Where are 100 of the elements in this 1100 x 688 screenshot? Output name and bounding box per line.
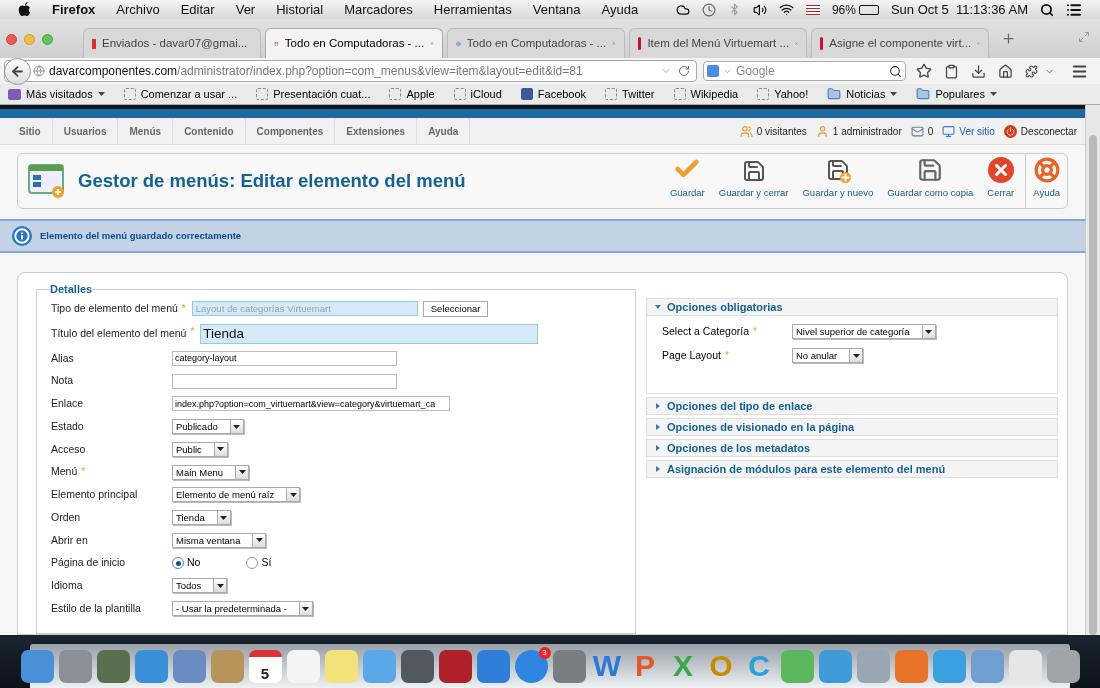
- select-button[interactable]: Seleccionar: [422, 300, 489, 317]
- bookmark-item[interactable]: Twitter: [605, 85, 655, 103]
- select-dropdown[interactable]: No anular: [792, 348, 864, 364]
- toolbar-button[interactable]: Guardar y cerrar: [711, 154, 796, 208]
- toolbar-button[interactable]: Guardar y nuevo: [795, 154, 881, 208]
- admin-menu-item[interactable]: Extensiones: [335, 118, 418, 144]
- bookmark-item[interactable]: Facebook: [520, 85, 587, 103]
- radio-option[interactable]: No: [172, 555, 201, 571]
- minimize-window-button[interactable]: [24, 34, 35, 45]
- menu-item[interactable]: Ayuda: [601, 0, 639, 20]
- dock-app-icon[interactable]: [400, 649, 434, 683]
- search-icon[interactable]: [1040, 2, 1054, 17]
- mail-icon: [92, 38, 96, 49]
- title-field[interactable]: Tienda: [200, 323, 539, 344]
- browser-tab[interactable]: Todo en Computadoras - ...: [265, 28, 443, 58]
- browser-tab[interactable]: Asigne el componente virt...: [811, 28, 989, 58]
- close-window-button[interactable]: [6, 34, 17, 45]
- select-dropdown[interactable]: Public: [172, 441, 228, 457]
- fullscreen-icon[interactable]: [1078, 31, 1090, 43]
- select-dropdown[interactable]: Todos: [172, 578, 228, 594]
- wifi-icon[interactable]: [778, 2, 794, 17]
- toolbar-button[interactable]: Cerrar: [980, 154, 1022, 208]
- dock-app-icon[interactable]: 3: [514, 649, 548, 683]
- text-field[interactable]: index.php?option=com_virtuemart&view=category&virtuemart_ca: [172, 396, 450, 412]
- battery-icon[interactable]: [858, 4, 879, 15]
- flag-icon[interactable]: [805, 4, 820, 15]
- toolbar-button[interactable]: Guardar como copia: [880, 154, 981, 208]
- admin-menu-item[interactable]: Sitio: [8, 118, 53, 144]
- bookmark-item[interactable]: Yahoo!: [757, 85, 809, 103]
- clock-icon[interactable]: [701, 2, 716, 17]
- cloud-icon[interactable]: [675, 2, 690, 17]
- bookmark-item[interactable]: iCloud: [453, 85, 502, 103]
- scrollbar[interactable]: [1085, 105, 1100, 635]
- toolbar-button[interactable]: Guardar: [662, 154, 712, 208]
- dock-app-icon[interactable]: [438, 649, 472, 683]
- browser-tab[interactable]: Todo en Computadoras - ...: [447, 28, 625, 58]
- menu-item[interactable]: Ventana: [532, 0, 581, 20]
- app-menu[interactable]: Firefox: [52, 0, 96, 20]
- select-dropdown[interactable]: Nivel superior de categoría: [792, 324, 936, 340]
- field-label: Orden: [51, 509, 81, 525]
- bookmark-item[interactable]: Apple: [389, 85, 435, 103]
- menu-item[interactable]: Historial: [276, 0, 324, 20]
- new-tab-icon[interactable]: [1001, 31, 1016, 46]
- bookmark-star-icon[interactable]: [916, 63, 932, 79]
- clipboard-icon[interactable]: [944, 63, 959, 79]
- menu-item[interactable]: Herramientas: [433, 0, 512, 20]
- radio-option[interactable]: Sí: [246, 555, 272, 571]
- bookmark-item[interactable]: Populares: [916, 85, 997, 103]
- accordion-header[interactable]: Opciones obligatorias: [646, 298, 1058, 316]
- select-dropdown[interactable]: Publicado: [172, 419, 244, 435]
- w-logo-icon: [638, 37, 642, 50]
- download-icon[interactable]: [971, 63, 986, 79]
- volume-icon[interactable]: [752, 2, 767, 17]
- status-link[interactable]: Desconectar: [1020, 123, 1077, 139]
- select-dropdown[interactable]: - Usar la predeterminada -: [172, 601, 313, 617]
- accordion-header[interactable]: Opciones de los metadatos: [646, 439, 1058, 457]
- text-field[interactable]: category-layout: [172, 350, 397, 366]
- select-dropdown[interactable]: Main Menu: [172, 464, 249, 480]
- menu-item[interactable]: Marcadores: [344, 0, 413, 20]
- accordion-header[interactable]: Asignación de módulos para este elemento del menú: [646, 460, 1058, 478]
- bookmark-item[interactable]: Más visitados: [8, 85, 105, 103]
- menu-item[interactable]: Ver: [235, 0, 256, 20]
- dock-app-icon[interactable]: [20, 649, 54, 683]
- bookmark-item[interactable]: Noticias: [827, 85, 898, 103]
- bookmark-item[interactable]: Presentación cuat...: [256, 85, 371, 103]
- accordion-header[interactable]: Opciones de visionado en la página: [646, 418, 1058, 436]
- back-icon[interactable]: [10, 64, 25, 79]
- puzzle-icon[interactable]: [1025, 64, 1038, 78]
- search-field[interactable]: Google: [703, 61, 906, 81]
- home-icon[interactable]: [998, 63, 1013, 79]
- search-icon[interactable]: [889, 64, 902, 78]
- text-field[interactable]: [172, 373, 397, 389]
- browser-tab[interactable]: Item del Menú Virtuemart ...: [629, 28, 807, 58]
- select-dropdown[interactable]: Misma ventana: [172, 532, 267, 548]
- calendar-icon[interactable]: 5: [248, 649, 282, 683]
- admin-menu-item[interactable]: Componentes: [245, 118, 336, 144]
- clock-text[interactable]: Sun Oct 5 11:13:36 AM: [890, 0, 1028, 20]
- menu-item[interactable]: Archivo: [116, 0, 160, 20]
- menu-item[interactable]: Editar: [180, 0, 215, 20]
- dock-app-icon[interactable]: [1046, 649, 1080, 683]
- bookmark-item[interactable]: Wikipedia: [673, 85, 739, 103]
- accordion-header[interactable]: Opciones del tipo de enlace: [646, 397, 1058, 415]
- toolbar-button[interactable]: Ayuda: [1025, 154, 1067, 208]
- menu-icon[interactable]: [1071, 62, 1088, 80]
- browser-tab[interactable]: Enviados - davar07@gmai...: [83, 28, 261, 58]
- admin-menu-item[interactable]: Menús: [118, 118, 174, 144]
- reload-icon[interactable]: [678, 65, 690, 77]
- url-field[interactable]: davarcomponentes.com/administrator/index.php?option=com_menus&view=item&layout=edit&id=81: [4, 60, 697, 82]
- zoom-window-button[interactable]: [42, 34, 53, 45]
- list-icon[interactable]: [1066, 1, 1082, 18]
- select-dropdown[interactable]: Elemento de menú raíz: [172, 487, 301, 503]
- admin-menu-item[interactable]: Usuarios: [52, 118, 119, 144]
- bookmark-item[interactable]: Comenzar a usar ...: [123, 85, 238, 103]
- admin-menu-item[interactable]: Contenido: [173, 118, 246, 144]
- notification-badge: 3: [538, 646, 551, 659]
- field-label: Idioma: [51, 578, 83, 593]
- admin-menu-item[interactable]: Ayuda: [417, 118, 471, 144]
- select-dropdown[interactable]: Tienda: [172, 510, 231, 526]
- apple-icon[interactable]: [18, 2, 31, 17]
- status-link[interactable]: Ver sitio: [959, 123, 995, 139]
